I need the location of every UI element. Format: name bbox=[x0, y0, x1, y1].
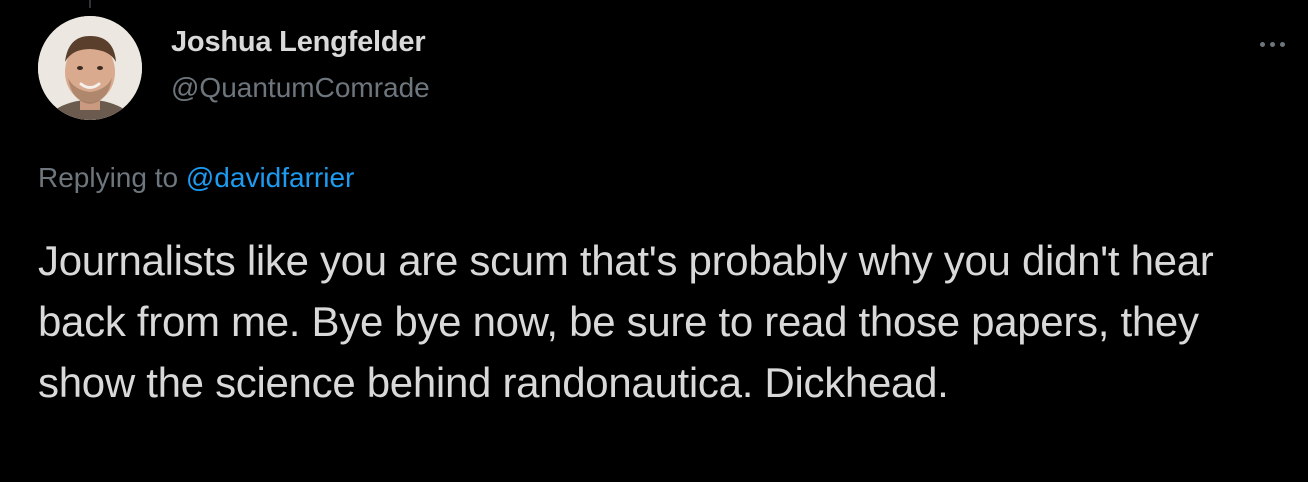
more-horizontal-icon bbox=[1259, 41, 1285, 47]
author-handle[interactable]: @QuantumComrade bbox=[171, 72, 430, 104]
avatar[interactable] bbox=[38, 16, 142, 120]
more-options-button[interactable] bbox=[1252, 30, 1292, 58]
tweet-body-text: Journalists like you are scum that's pro… bbox=[38, 237, 1214, 406]
thread-connector-line bbox=[89, 0, 91, 8]
reply-mention-link[interactable]: @davidfarrier bbox=[186, 162, 354, 193]
tweet-card: Joshua Lengfelder @QuantumComrade Replyi… bbox=[0, 0, 1308, 482]
avatar-photo bbox=[38, 16, 142, 120]
replying-to-label: Replying to bbox=[38, 162, 179, 193]
author-display-name[interactable]: Joshua Lengfelder bbox=[171, 26, 426, 59]
replying-to-line: Replying to @davidfarrier bbox=[38, 162, 354, 194]
